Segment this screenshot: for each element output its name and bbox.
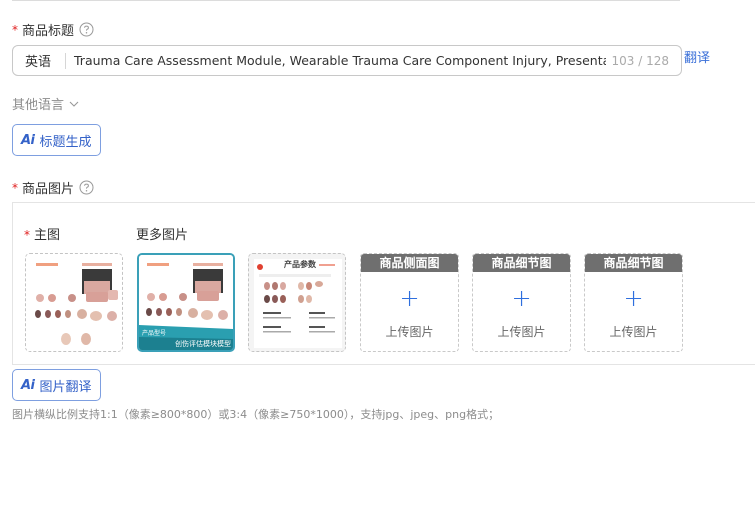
top-divider — [12, 0, 680, 1]
main-image-thumbnail[interactable] — [25, 253, 123, 352]
image-translate-label: 图片翻译 — [39, 379, 92, 395]
required-star: * — [12, 22, 18, 37]
translate-link[interactable]: 翻译 — [684, 47, 710, 66]
other-languages-toggle[interactable]: 其他语言 — [12, 94, 80, 113]
upload-slot-header: 商品细节图 — [585, 254, 682, 272]
required-star: * — [12, 180, 18, 195]
more-image-thumbnail[interactable]: 产品型号 创伤评估模块模型 — [137, 253, 235, 352]
product-title-label: * 商品标题 — [12, 20, 94, 39]
plus-icon: + — [511, 284, 532, 312]
product-images-label-text: 商品图片 — [22, 182, 75, 197]
product-images-label: * 商品图片 — [12, 178, 94, 197]
more-image-thumbnail[interactable]: 产品参数 — [248, 253, 346, 352]
help-icon[interactable] — [79, 22, 94, 37]
plus-icon: + — [623, 284, 644, 312]
other-languages-label: 其他语言 — [12, 98, 65, 113]
plus-icon: + — [399, 284, 420, 312]
title-generate-button[interactable]: Ai 标题生成 — [12, 124, 101, 156]
main-image-label-text: 主图 — [34, 228, 61, 243]
upload-slot-detail[interactable]: 商品细节图 + 上传图片 — [584, 253, 683, 352]
image-translate-button[interactable]: Ai 图片翻译 — [12, 369, 101, 401]
upload-slot-side-view[interactable]: 商品侧面图 + 上传图片 — [360, 253, 459, 352]
upload-slot-header: 商品侧面图 — [361, 254, 458, 272]
upload-slot-detail[interactable]: 商品细节图 + 上传图片 — [472, 253, 571, 352]
main-image-label: * 主图 — [24, 224, 60, 243]
language-select[interactable]: 英语 — [13, 51, 65, 70]
thumbnail-caption: 产品型号 — [142, 330, 167, 337]
product-title-value[interactable]: Trauma Care Assessment Module, Wearable … — [66, 53, 606, 68]
thumbnail-banner: 创伤评估模块模型 — [175, 340, 231, 348]
upload-slot-text: 上传图片 — [497, 325, 546, 339]
upload-slot-header: 商品细节图 — [473, 254, 570, 272]
thumbnail-caption: 产品参数 — [284, 260, 316, 269]
required-star: * — [24, 228, 30, 242]
ai-icon: Ai — [21, 377, 35, 393]
image-format-hint: 图片横纵比例支持1:1（像素≥800*800）或3:4（像素≥750*1000）… — [12, 408, 500, 421]
char-count: 103 / 128 — [605, 53, 681, 68]
title-generate-label: 标题生成 — [39, 134, 92, 150]
upload-slot-text: 上传图片 — [385, 325, 434, 339]
product-title-input[interactable]: 英语 Trauma Care Assessment Module, Wearab… — [12, 45, 682, 76]
help-icon[interactable] — [79, 180, 94, 195]
more-images-label: 更多图片 — [136, 228, 189, 243]
upload-slot-text: 上传图片 — [609, 325, 658, 339]
product-title-label-text: 商品标题 — [22, 24, 75, 39]
ai-icon: Ai — [21, 132, 35, 148]
chevron-down-icon — [68, 99, 80, 109]
